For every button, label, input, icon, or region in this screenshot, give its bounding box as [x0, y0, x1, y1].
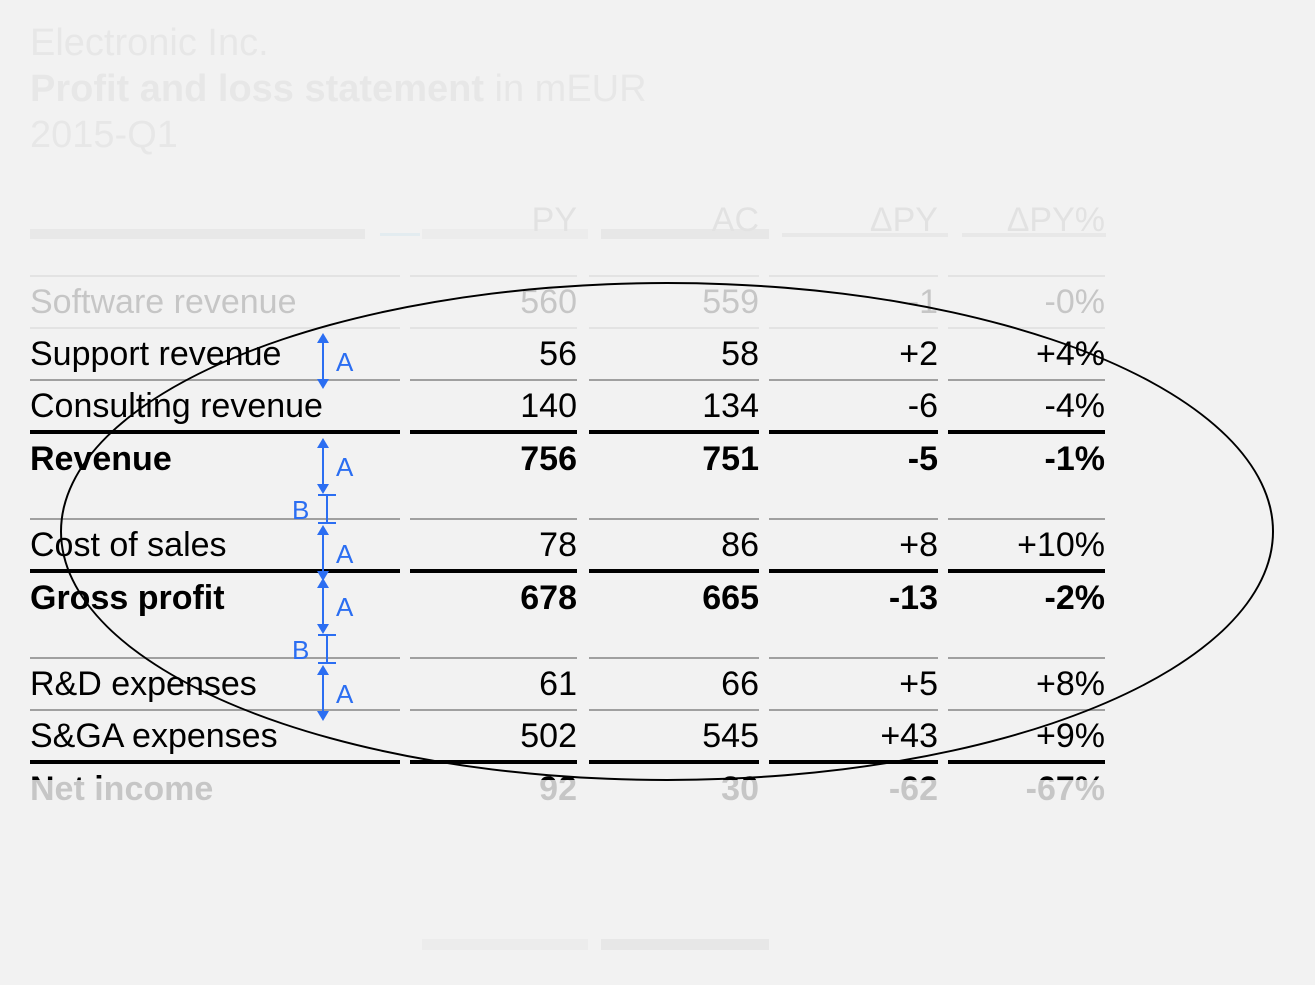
- footer-bar-py: [422, 939, 588, 950]
- pl-table: PY AC ΔPY ΔPY% Software revenue 560 559 …: [30, 188, 1105, 813]
- cell-ac: 134: [589, 379, 759, 430]
- row-label: Software revenue: [30, 275, 400, 326]
- cell-dpypct: -67%: [948, 760, 1105, 813]
- table-header-row: PY AC ΔPY ΔPY%: [30, 188, 1105, 240]
- cell-dpy: +2: [769, 327, 938, 378]
- cell-py: 560: [410, 275, 577, 326]
- table-row-sum: Gross profit 678 665 -13 -2%: [30, 569, 1105, 622]
- cell-py: 756: [410, 430, 577, 483]
- row-label: Support revenue: [30, 327, 400, 378]
- col-header-item: [30, 188, 410, 240]
- cell-ac: 58: [589, 327, 759, 378]
- row-label: Cost of sales: [30, 518, 400, 569]
- cell-dpy: +43: [769, 709, 938, 760]
- cell-py: 502: [410, 709, 577, 760]
- table-row: Consulting revenue 140 134 -6 -4%: [30, 378, 1105, 430]
- cell-dpypct: -0%: [948, 275, 1105, 326]
- cell-ac: 751: [589, 430, 759, 483]
- cell-dpypct: +9%: [948, 709, 1105, 760]
- cell-py: 78: [410, 518, 577, 569]
- cell-py: 61: [410, 657, 577, 708]
- company-name: Electronic Inc.: [30, 20, 647, 66]
- cell-dpypct: +4%: [948, 327, 1105, 378]
- table-row: Software revenue 560 559 -1 -0%: [30, 274, 1105, 326]
- cell-dpy: -1: [769, 275, 938, 326]
- footer-bar-ac: [601, 939, 769, 950]
- cell-dpy: +5: [769, 657, 938, 708]
- cell-ac: 559: [589, 275, 759, 326]
- statement-unit: in mEUR: [495, 68, 647, 110]
- cell-ac: 86: [589, 518, 759, 569]
- cell-dpy: -6: [769, 379, 938, 430]
- table-row-sum: Revenue 756 751 -5 -1%: [30, 430, 1105, 483]
- cell-dpypct: -1%: [948, 430, 1105, 483]
- table-row: Support revenue 56 58 +2 +4%: [30, 326, 1105, 378]
- row-label: Revenue: [30, 430, 400, 483]
- row-label: Net income: [30, 760, 400, 813]
- cell-ac: 665: [589, 569, 759, 622]
- col-header-ac: AC: [589, 188, 769, 240]
- cell-py: 140: [410, 379, 577, 430]
- cell-ac: 545: [589, 709, 759, 760]
- cell-py: 56: [410, 327, 577, 378]
- table-row-sum: Net income 92 30 -62 -67%: [30, 760, 1105, 813]
- cell-dpy: -62: [769, 760, 938, 813]
- period-label: 2015-Q1: [30, 112, 647, 158]
- col-header-dpypct: ΔPY%: [948, 188, 1105, 240]
- cell-ac: 66: [589, 657, 759, 708]
- row-label: S&GA expenses: [30, 709, 400, 760]
- cell-dpy: -5: [769, 430, 938, 483]
- table-row: Cost of sales 78 86 +8 +10%: [30, 517, 1105, 569]
- col-header-dpy: ΔPY: [769, 188, 948, 240]
- row-label: Consulting revenue: [30, 379, 400, 430]
- cell-dpy: -13: [769, 569, 938, 622]
- cell-py: 92: [410, 760, 577, 813]
- table-row: R&D expenses 61 66 +5 +8%: [30, 656, 1105, 708]
- row-label: R&D expenses: [30, 657, 400, 708]
- cell-ac: 30: [589, 760, 759, 813]
- cell-dpypct: +8%: [948, 657, 1105, 708]
- cell-dpypct: +10%: [948, 518, 1105, 569]
- col-header-py: PY: [410, 188, 589, 240]
- statement-title: Profit and loss statement: [30, 68, 484, 110]
- table-row: S&GA expenses 502 545 +43 +9%: [30, 708, 1105, 760]
- cell-dpypct: -2%: [948, 569, 1105, 622]
- row-label: Gross profit: [30, 569, 400, 622]
- cell-py: 678: [410, 569, 577, 622]
- cell-dpy: +8: [769, 518, 938, 569]
- cell-dpypct: -4%: [948, 379, 1105, 430]
